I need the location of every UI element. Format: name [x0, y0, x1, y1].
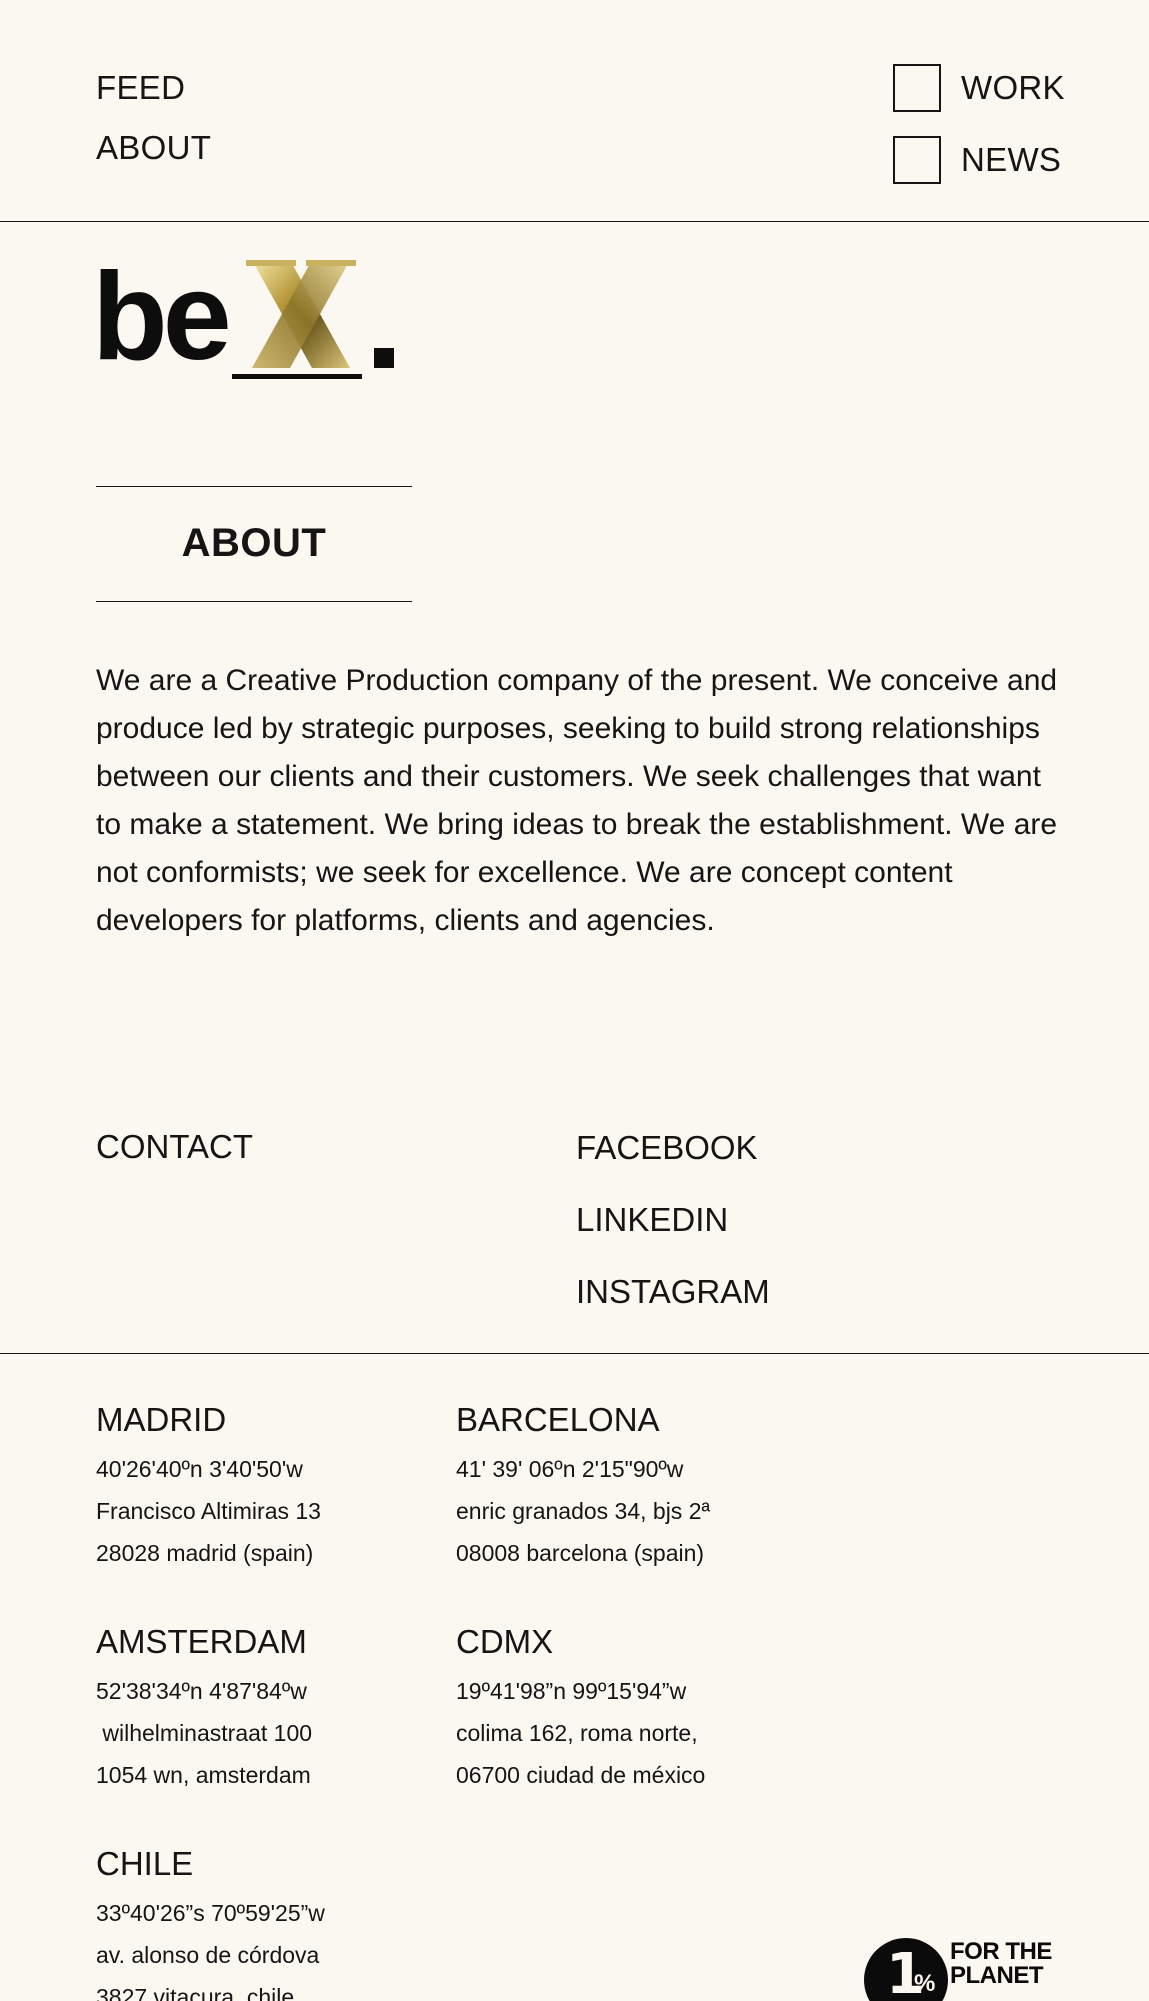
- nav-about-link[interactable]: ABOUT: [96, 128, 211, 168]
- office-address-line1: colima 162, roma norte,: [456, 1720, 698, 1746]
- badge-percent: %: [914, 1970, 936, 1997]
- office-address-line2: 28028 madrid (spain): [96, 1540, 314, 1566]
- logo-x-mark-icon: [232, 260, 362, 379]
- office-cdmx: CDMX 19º41'98”n 99º15'94”w colima 162, r…: [456, 1622, 786, 1796]
- brand-logo[interactable]: be: [92, 252, 422, 382]
- nav-work-option[interactable]: WORK: [893, 64, 1065, 112]
- office-address-line2: 06700 ciudad de méxico: [456, 1762, 706, 1788]
- office-address-line2: 3827 vitacura, chile: [96, 1984, 295, 2001]
- office-city: AMSTERDAM: [96, 1623, 307, 1660]
- office-city: BARCELONA: [456, 1401, 660, 1438]
- office-address-line1: Francisco Altimiras 13: [96, 1498, 321, 1524]
- office-city: CDMX: [456, 1623, 554, 1660]
- office-address-line1: wilhelminastraat 100: [96, 1720, 313, 1746]
- office-coords: 52'38'34ºn 4'87'84ºw: [96, 1678, 307, 1704]
- nav-news-option[interactable]: NEWS: [893, 136, 1065, 184]
- office-city: MADRID: [96, 1401, 227, 1438]
- primary-nav: FEED ABOUT: [96, 68, 211, 188]
- header-divider: [0, 221, 1149, 222]
- nav-news-label[interactable]: NEWS: [961, 141, 1061, 179]
- facebook-link[interactable]: FACEBOOK: [576, 1128, 770, 1168]
- about-title: ABOUT: [181, 521, 327, 565]
- nav-work-label[interactable]: WORK: [961, 69, 1065, 107]
- contact-link[interactable]: CONTACT: [96, 1128, 253, 1166]
- footer-divider: [0, 1353, 1149, 1354]
- one-percent-for-the-planet-badge[interactable]: 1 % FOR THE PLANET: [864, 1938, 1064, 2001]
- linkedin-link[interactable]: LINKEDIN: [576, 1200, 770, 1240]
- office-madrid: MADRID 40'26'40ºn 3'40'50'w Francisco Al…: [96, 1400, 426, 1574]
- logo-dot: [374, 348, 394, 368]
- about-description: We are a Creative Production company of …: [96, 664, 1058, 937]
- instagram-link[interactable]: INSTAGRAM: [576, 1272, 770, 1312]
- social-links: FACEBOOK LINKEDIN INSTAGRAM: [576, 1128, 770, 1344]
- office-coords: 33º40'26”s 70º59'25”w: [96, 1900, 325, 1926]
- office-barcelona: BARCELONA 41' 39' 06ºn 2'15"90ºw enric g…: [456, 1400, 786, 1574]
- office-coords: 19º41'98”n 99º15'94”w: [456, 1678, 687, 1704]
- about-heading-block: ABOUT: [96, 486, 412, 602]
- office-address-line1: av. alonso de córdova: [96, 1942, 320, 1968]
- logo-wordmark: be: [92, 248, 232, 386]
- about-page: FEED ABOUT WORK NEWS be ABOUT We are a C…: [0, 0, 1149, 2001]
- office-address-line1: enric granados 34, bjs 2ª: [456, 1498, 710, 1524]
- badge-line2: PLANET: [950, 1962, 1043, 1989]
- news-checkbox[interactable]: [893, 136, 941, 184]
- office-city: CHILE: [96, 1845, 194, 1882]
- office-amsterdam: AMSTERDAM 52'38'34ºn 4'87'84ºw wilhelmin…: [96, 1622, 426, 1796]
- office-chile: CHILE 33º40'26”s 70º59'25”w av. alonso d…: [96, 1844, 426, 2001]
- badge-text: FOR THE PLANET: [950, 1940, 1052, 1988]
- work-checkbox[interactable]: [893, 64, 941, 112]
- office-coords: 41' 39' 06ºn 2'15"90ºw: [456, 1456, 684, 1482]
- office-address-line2: 1054 wn, amsterdam: [96, 1762, 311, 1788]
- filter-nav: WORK NEWS: [893, 64, 1065, 208]
- office-address-line2: 08008 barcelona (spain): [456, 1540, 705, 1566]
- badge-line1: FOR THE: [950, 1938, 1052, 1965]
- office-coords: 40'26'40ºn 3'40'50'w: [96, 1456, 303, 1482]
- nav-feed-link[interactable]: FEED: [96, 68, 211, 108]
- about-bottom-rule: [96, 601, 412, 602]
